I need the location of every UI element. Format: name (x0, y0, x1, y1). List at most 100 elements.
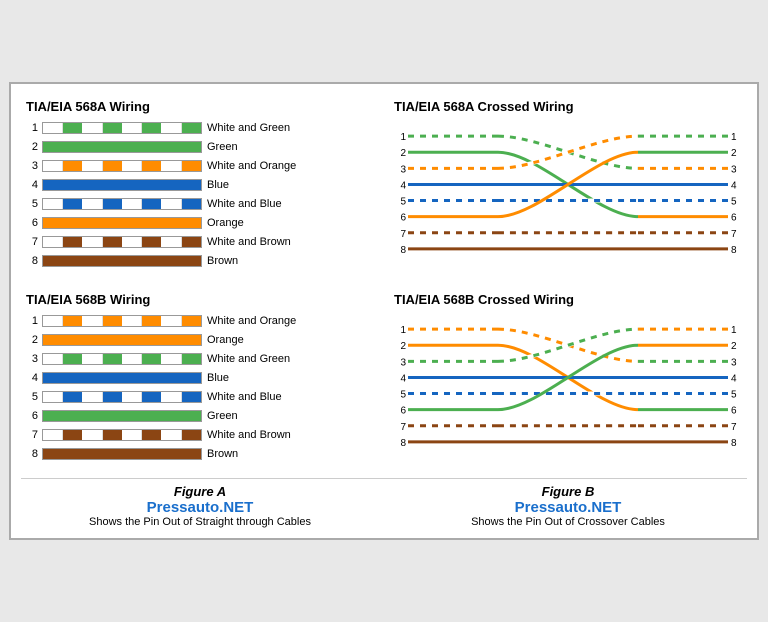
pin-number: 7 (26, 236, 38, 248)
wire-visual (42, 391, 202, 403)
wire-label: White and Orange (207, 315, 296, 327)
pin-number: 8 (26, 448, 38, 460)
svg-text:3: 3 (400, 164, 406, 175)
wire-label: Green (207, 141, 238, 153)
wire-visual (42, 179, 202, 191)
svg-text:7: 7 (731, 229, 737, 240)
wire-row: 2 Green (26, 139, 374, 155)
wire-row: 8Brown (26, 253, 374, 269)
wire-visual (42, 217, 202, 229)
wire-label: White and Blue (207, 198, 282, 210)
section-b-crossed: TIA/EIA 568B Crossed Wiring 123456781234… (389, 287, 747, 470)
svg-text:5: 5 (731, 390, 737, 401)
wire-visual (42, 198, 202, 210)
svg-text:2: 2 (731, 341, 737, 352)
svg-text:8: 8 (400, 245, 406, 256)
pin-number: 3 (26, 160, 38, 172)
section-b-straight: TIA/EIA 568B Wiring 1White and Orange2Or… (21, 287, 379, 470)
wire-label: Brown (207, 448, 238, 460)
wires-b-straight: 1 White and Orange 2Orange 3 White and Green… (26, 313, 374, 462)
wire-visual (42, 372, 202, 384)
brand-left: Pressauto.NET (21, 499, 379, 516)
svg-text:6: 6 (400, 406, 406, 417)
svg-text:4: 4 (400, 180, 406, 191)
svg-text:3: 3 (731, 357, 737, 368)
svg-text:5: 5 (731, 197, 737, 208)
wire-label: White and Green (207, 353, 290, 365)
section-a-straight-title: TIA/EIA 568A Wiring (26, 99, 374, 114)
wire-row: 1 White and Green (26, 120, 374, 136)
pin-number: 2 (26, 334, 38, 346)
wire-label: White and Brown (207, 429, 291, 441)
svg-text:1: 1 (400, 132, 406, 143)
wires-a-straight: 1 White and Green 2 Green 3 White and Orange 4… (26, 120, 374, 269)
footer-right: Figure B Pressauto.NET Shows the Pin Out… (389, 484, 747, 528)
wire-label: White and Brown (207, 236, 291, 248)
wire-row: 2Orange (26, 332, 374, 348)
figure-b-label: Figure B (389, 484, 747, 499)
svg-text:7: 7 (731, 422, 737, 433)
pin-number: 3 (26, 353, 38, 365)
wire-visual (42, 160, 202, 172)
wire-visual (42, 255, 202, 267)
svg-text:2: 2 (400, 148, 406, 159)
svg-text:2: 2 (731, 148, 737, 159)
wire-label: White and Blue (207, 391, 282, 403)
wire-label: Orange (207, 217, 244, 229)
wire-visual (42, 410, 202, 422)
svg-text:5: 5 (400, 390, 406, 401)
wire-visual (42, 353, 202, 365)
diagram-container: TIA/EIA 568A Wiring 1 White and Green 2 Gre… (9, 82, 759, 540)
wire-label: White and Orange (207, 160, 296, 172)
section-a-crossed: TIA/EIA 568A Crossed Wiring 1 2 3 4 5 6 7 8 1 2 3 4… (389, 94, 747, 277)
svg-text:7: 7 (400, 422, 406, 433)
svg-text:2: 2 (400, 341, 406, 352)
wire-row: 1 White and Orange (26, 313, 374, 329)
brand-right: Pressauto.NET (389, 499, 747, 516)
pin-number: 2 (26, 141, 38, 153)
wire-label: White and Green (207, 122, 290, 134)
svg-text:3: 3 (400, 357, 406, 368)
section-a-crossed-title: TIA/EIA 568A Crossed Wiring (394, 99, 742, 114)
footer: Figure A Pressauto.NET Shows the Pin Out… (21, 478, 747, 528)
wire-row: 4Blue (26, 177, 374, 193)
wire-visual (42, 122, 202, 134)
pin-number: 4 (26, 372, 38, 384)
pin-number: 1 (26, 315, 38, 327)
footer-right-desc: Shows the Pin Out of Crossover Cables (389, 516, 747, 528)
svg-text:8: 8 (400, 438, 406, 449)
pin-number: 6 (26, 410, 38, 422)
figure-a-label: Figure A (21, 484, 379, 499)
section-a-straight: TIA/EIA 568A Wiring 1 White and Green 2 Gre… (21, 94, 379, 277)
wire-visual (42, 141, 202, 153)
svg-text:4: 4 (731, 180, 737, 191)
wire-row: 7 White and Brown (26, 234, 374, 250)
svg-text:1: 1 (731, 132, 737, 143)
wire-visual (42, 448, 202, 460)
svg-text:7: 7 (400, 229, 406, 240)
pin-number: 5 (26, 198, 38, 210)
svg-text:1: 1 (731, 325, 737, 336)
pin-number: 7 (26, 429, 38, 441)
svg-text:6: 6 (400, 213, 406, 224)
crossed-a-svg: 1234567812345678 (394, 120, 742, 265)
pin-number: 1 (26, 122, 38, 134)
wire-row: 8 Brown (26, 446, 374, 462)
wire-row: 3 White and Green (26, 351, 374, 367)
svg-text:6: 6 (731, 406, 737, 417)
pin-number: 5 (26, 391, 38, 403)
svg-text:6: 6 (731, 213, 737, 224)
svg-text:3: 3 (731, 164, 737, 175)
footer-left: Figure A Pressauto.NET Shows the Pin Out… (21, 484, 379, 528)
main-grid: TIA/EIA 568A Wiring 1 White and Green 2 Gre… (21, 94, 747, 470)
wire-row: 6Orange (26, 215, 374, 231)
svg-text:4: 4 (731, 373, 737, 384)
wire-visual (42, 429, 202, 441)
svg-text:4: 4 (400, 373, 406, 384)
wire-row: 5 White and Blue (26, 389, 374, 405)
wire-row: 6Green (26, 408, 374, 424)
svg-text:8: 8 (731, 438, 737, 449)
wire-row: 4Blue (26, 370, 374, 386)
wire-row: 3 White and Orange (26, 158, 374, 174)
wire-visual (42, 236, 202, 248)
